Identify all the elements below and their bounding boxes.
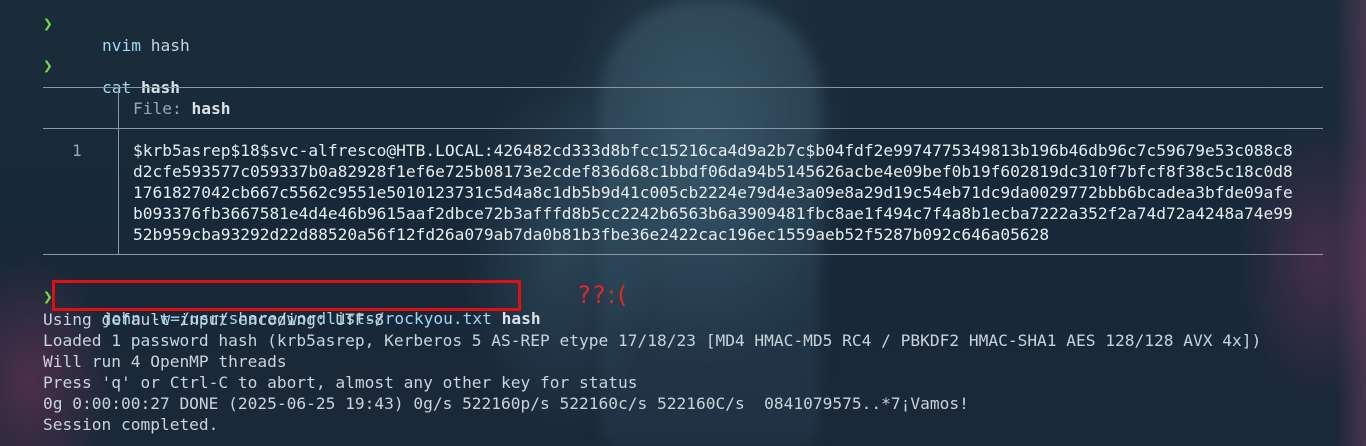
command-arg: hash <box>150 36 190 55</box>
bat-header-divider <box>118 87 119 129</box>
line-number: 1 <box>72 141 82 160</box>
bat-top-rule <box>43 87 1323 88</box>
output-line: Will run 4 OpenMP threads <box>43 352 287 371</box>
terminal-window[interactable]: ❯ nvim hash ❯ cat hash File: hash 1 $krb… <box>0 0 1366 446</box>
file-label: File: <box>133 99 182 118</box>
bat-bottom-rule <box>43 254 1323 255</box>
bat-gutter-divider <box>118 128 119 254</box>
hash-line: 52b959cba93292d22d88520a56f12fd26a079ab7… <box>133 225 1050 244</box>
output-line: Session completed. <box>43 415 219 434</box>
prompt-icon: ❯ <box>43 56 53 75</box>
hash-line: d2cfe593577c059337b0a82928f1ef6e725b0817… <box>133 162 1293 181</box>
hash-line: 1761827042cb667c5562c9551e5010123731c5d4… <box>133 183 1293 202</box>
hash-line: $krb5asrep$18$svc-alfresco@HTB.LOCAL:426… <box>133 141 1293 160</box>
command-file: hash <box>501 309 541 328</box>
prompt-icon: ❯ <box>43 14 53 33</box>
file-name: hash <box>191 99 231 118</box>
highlight-box <box>52 280 521 311</box>
bat-mid-rule <box>43 128 1323 129</box>
hash-line: b093376fb3667581e4d4e46b9615aaf2dbce72b3… <box>133 204 1293 223</box>
annotation-text: ??:( <box>578 281 629 309</box>
bat-file-header: File: hash <box>133 99 230 118</box>
output-line: Press 'q' or Ctrl-C to abort, almost any… <box>43 373 638 392</box>
output-line: 0g 0:00:00:27 DONE (2025-06-25 19:43) 0g… <box>43 394 969 413</box>
output-line: Loaded 1 password hash (krb5asrep, Kerbe… <box>43 331 1262 350</box>
output-line: Using default input encoding: UTF-8 <box>43 310 385 329</box>
command-name: nvim <box>101 36 141 55</box>
